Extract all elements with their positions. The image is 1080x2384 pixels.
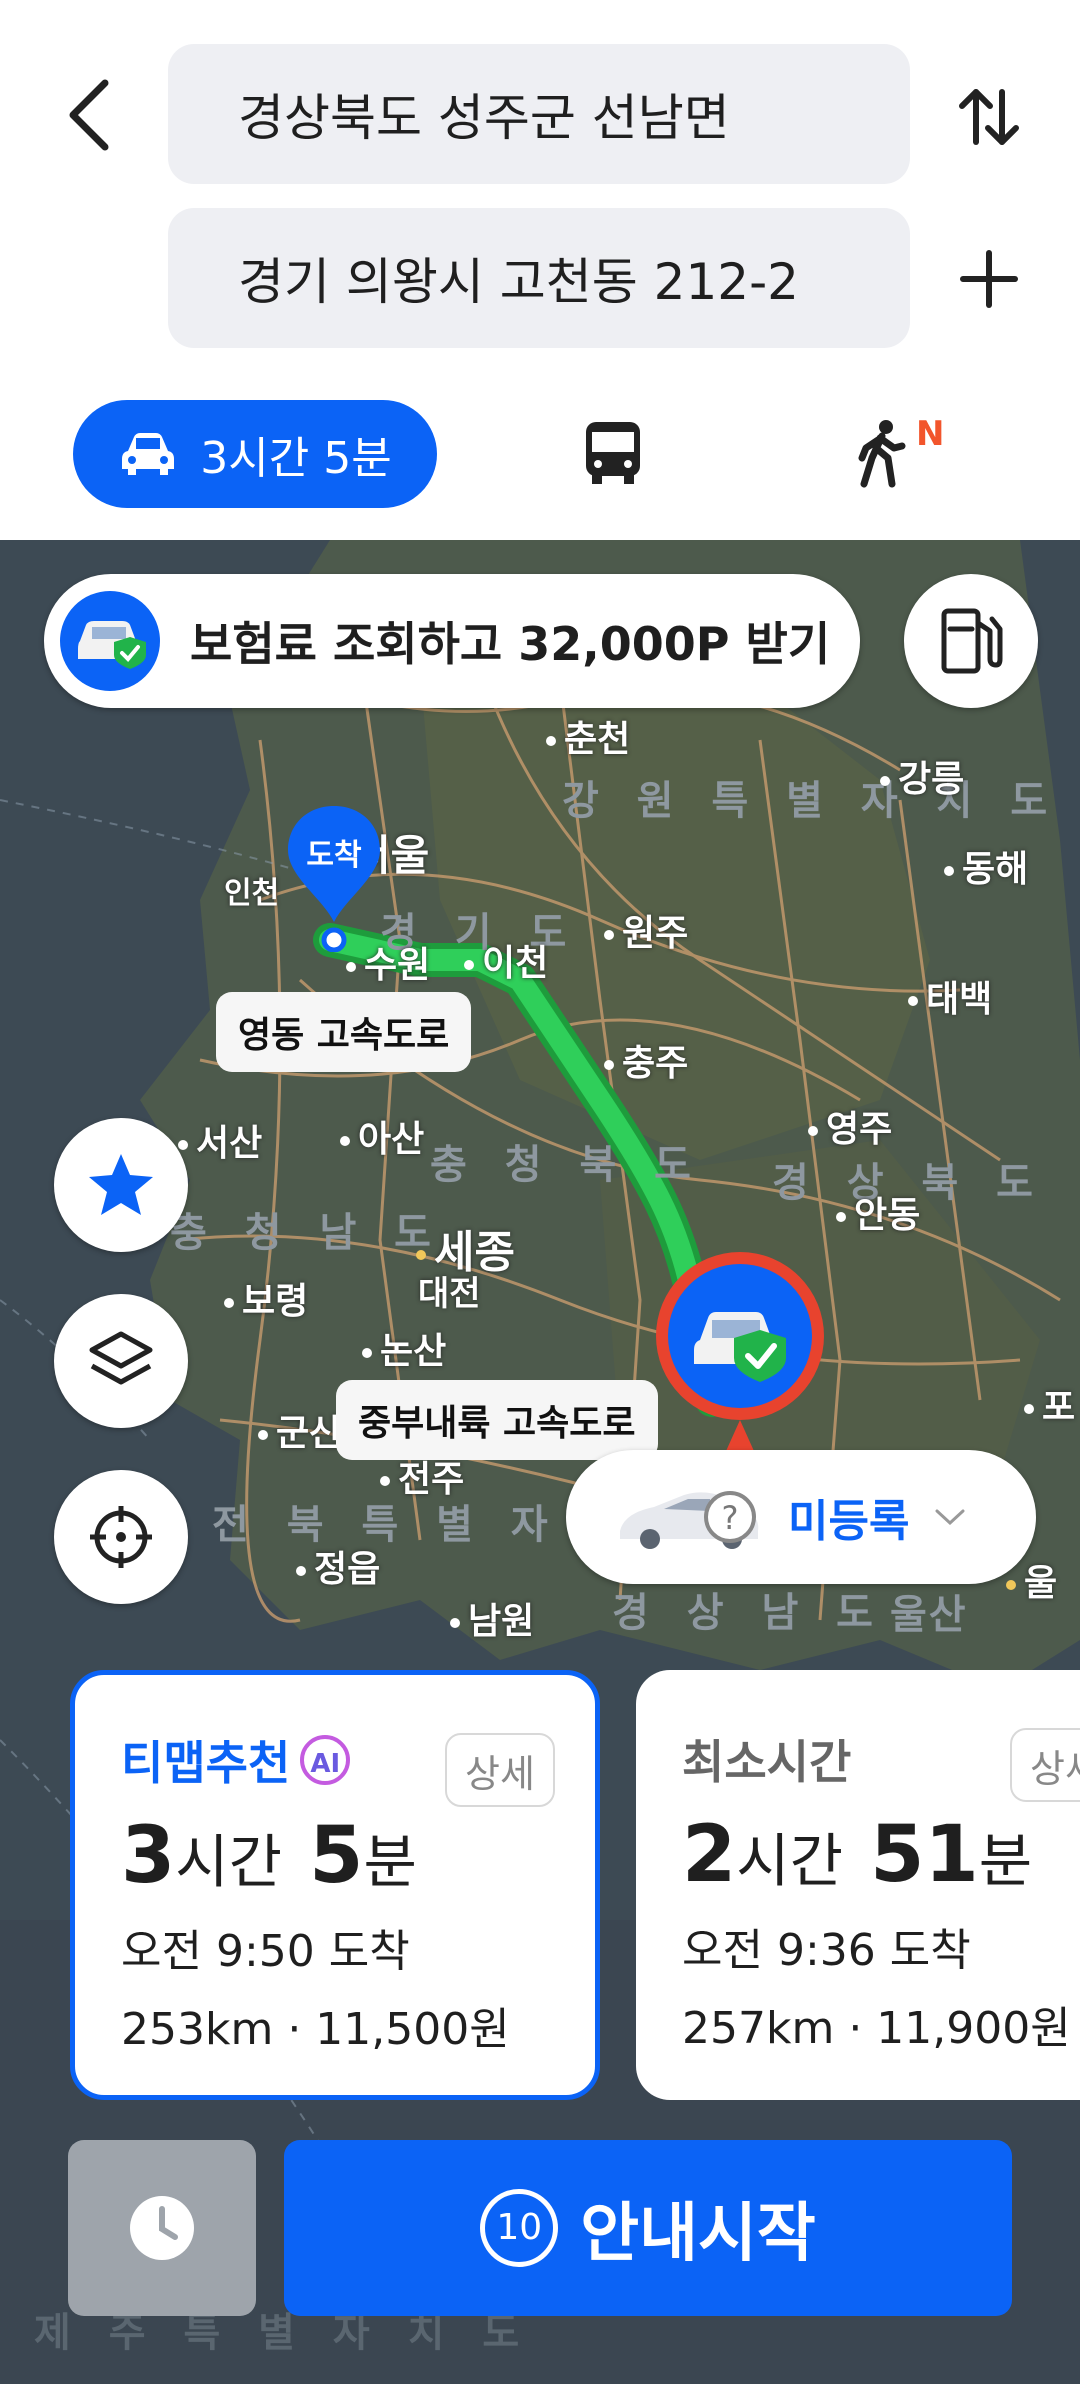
city-label: 이천	[464, 934, 548, 986]
city-label: 군산	[258, 1404, 342, 1456]
region-label: 충 청 북 도	[430, 1142, 703, 1188]
plus-icon	[960, 250, 1018, 308]
route-search-header: 경상북도 성주군 선남면 경기 의왕시 고천동 212-2 3시간 5분 N	[0, 0, 1080, 540]
city-label: 대전	[418, 1274, 481, 1314]
walking-person-icon	[858, 420, 906, 488]
city-label: 서산	[178, 1114, 262, 1166]
route-title: 최소시간	[682, 1735, 852, 1789]
vehicle-status-text: 미등록	[788, 1496, 910, 1547]
city-label: 아산	[340, 1110, 424, 1162]
route-card-recommended[interactable]: 티맵추천 AI 상세 3시간 5분 오전 9:50 도착 253km · 11,…	[70, 1670, 600, 2100]
region-label: 울산	[890, 1592, 968, 1638]
destination-text: 경기 의왕시 고천동 212-2	[238, 253, 799, 311]
my-location-button[interactable]	[54, 1470, 188, 1604]
insurance-promo-banner[interactable]: 보험료 조회하고 32,000P 받기	[44, 574, 860, 708]
route-distance-toll: 257km · 11,900원	[682, 2003, 1071, 2054]
arrival-pin[interactable]: 도착	[282, 802, 386, 953]
ai-badge: AI	[300, 1735, 351, 1785]
origin-field[interactable]: 경상북도 성주군 선남면	[168, 44, 910, 184]
new-badge: N	[916, 414, 945, 454]
tab-transit[interactable]	[578, 418, 648, 488]
region-label: 경 상 남 도	[612, 1590, 885, 1636]
region-label: 강 원 특 별 자 치 도	[562, 778, 1060, 824]
swap-button[interactable]	[944, 72, 1034, 162]
city-label: 춘천	[546, 710, 630, 762]
city-label: 강릉	[880, 750, 964, 802]
detail-button[interactable]: 상세	[445, 1733, 555, 1807]
city-label: 동해	[944, 840, 1028, 892]
tab-walk[interactable]: N	[852, 414, 962, 488]
city-label: 인천	[224, 876, 280, 911]
swap-arrows-icon	[959, 89, 1019, 145]
favorites-button[interactable]	[54, 1118, 188, 1252]
gas-station-button[interactable]	[904, 574, 1038, 708]
city-label: 보령	[224, 1272, 308, 1324]
car-insurance-icon	[60, 591, 160, 691]
start-navigation-label: 안내시작	[580, 2197, 816, 2271]
clock-icon	[130, 2196, 194, 2260]
svg-text:?: ?	[722, 1499, 739, 1537]
road-tag-jungbu-naeryuk: 중부내륙 고속도로	[336, 1380, 658, 1460]
fuel-pump-icon	[941, 608, 1003, 674]
route-duration: 2시간 51분	[682, 1810, 1033, 1900]
detail-button[interactable]: 상세	[1010, 1728, 1080, 1802]
map-pin-icon	[288, 806, 380, 953]
vehicle-status-button[interactable]: ? 미등록	[566, 1450, 1036, 1584]
map-layers-button[interactable]	[54, 1294, 188, 1428]
promo-text: 보험료 조회하고 32,000P 받기	[190, 617, 831, 671]
countdown-ring: 10	[480, 2189, 559, 2267]
city-label: 원주	[604, 904, 688, 956]
destination-field[interactable]: 경기 의왕시 고천동 212-2	[168, 208, 910, 348]
start-navigation-button[interactable]: 10 안내시작	[284, 2140, 1012, 2316]
route-duration: 3시간 5분	[121, 1811, 417, 1901]
star-icon	[89, 1154, 153, 1215]
region-label: 충 청 남 도	[170, 1210, 443, 1256]
bus-icon	[586, 422, 640, 484]
back-button[interactable]	[50, 70, 130, 160]
route-distance-toll: 253km · 11,500원	[121, 2004, 510, 2055]
city-label: 정읍	[296, 1540, 380, 1592]
car-duration: 3시간 5분	[200, 433, 392, 484]
city-label: 포	[1024, 1378, 1075, 1430]
crosshair-icon	[90, 1506, 152, 1568]
city-label: 영주	[808, 1100, 892, 1152]
city-label: 남원	[450, 1592, 534, 1644]
add-waypoint-button[interactable]	[944, 234, 1034, 324]
depart-time-button[interactable]	[68, 2140, 256, 2316]
city-label: 안동	[836, 1186, 920, 1238]
city-label: 충주	[604, 1034, 688, 1086]
car-icon	[122, 433, 175, 475]
route-title: 티맵추천	[121, 1736, 291, 1790]
arrival-time: 오전 9:50 도착	[121, 1926, 410, 1977]
chevron-left-icon	[69, 79, 109, 151]
arrival-time: 오전 9:36 도착	[682, 1925, 971, 1976]
arrival-pin-label: 도착	[306, 838, 362, 873]
map-view[interactable]: 강 원 특 별 자 치 도 경 기 도 충 청 북 도 경 상 북 도 충 청 …	[0, 540, 1080, 2384]
tab-car[interactable]: 3시간 5분	[73, 400, 437, 508]
chevron-down-icon	[935, 1509, 965, 1526]
road-tag-yeongdong: 영동 고속도로	[216, 992, 472, 1072]
layers-icon	[89, 1331, 153, 1385]
origin-text: 경상북도 성주군 선남면	[238, 89, 730, 147]
city-label: 논산	[362, 1322, 446, 1374]
route-card-fastest[interactable]: 최소시간 상세 2시간 51분 오전 9:36 도착 257km · 11,90…	[636, 1670, 1080, 2100]
city-label: 태백	[908, 970, 992, 1022]
unregistered-car-icon: ?	[620, 1491, 759, 1549]
